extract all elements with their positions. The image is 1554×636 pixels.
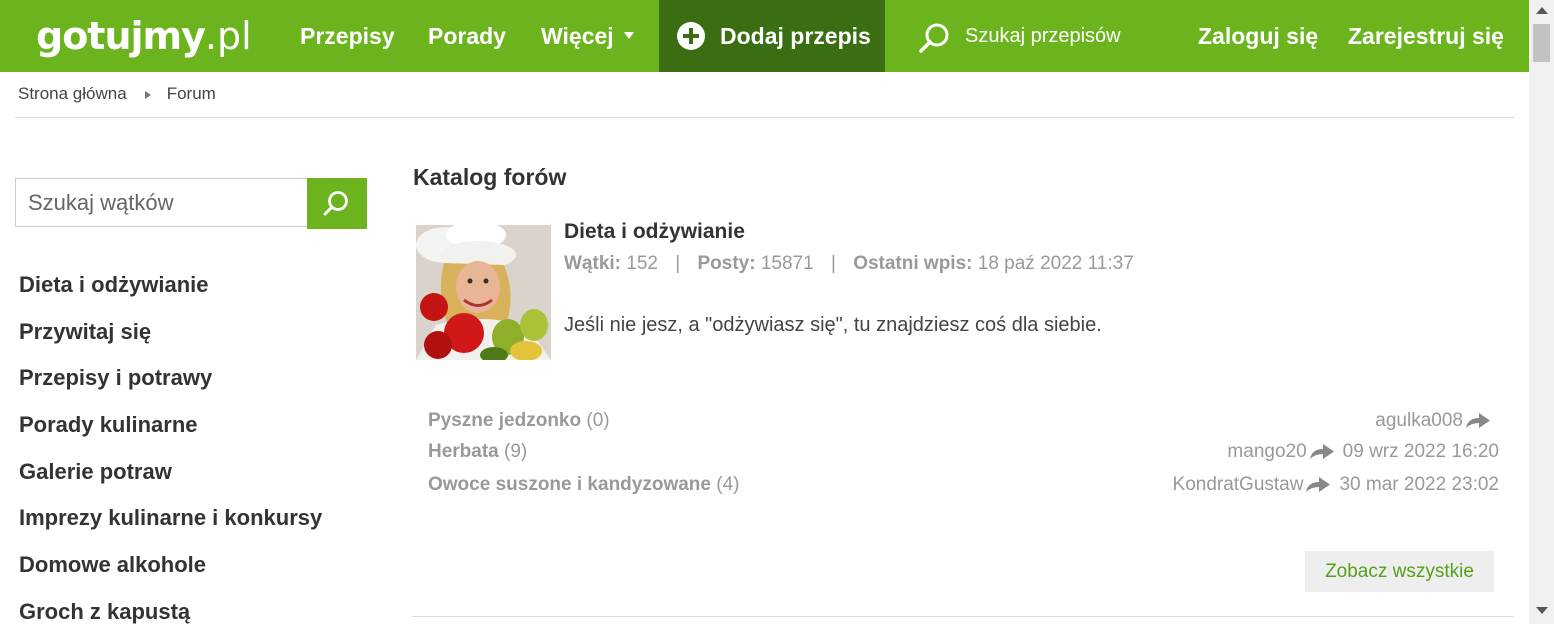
divider [15, 117, 1515, 118]
nav-porady[interactable]: Porady [428, 0, 506, 72]
thread-row: Owoce suszone i kandyzowane (4) [428, 474, 739, 496]
scrollbar-thumb[interactable] [1533, 24, 1550, 62]
thread-last-date: 09 wrz 2022 16:20 [1342, 441, 1499, 462]
search-icon[interactable] [918, 22, 952, 54]
sidebar-item-imprezy[interactable]: Imprezy kulinarne i konkursy [19, 495, 322, 542]
thread-search-input[interactable] [15, 178, 307, 227]
divider [412, 616, 1514, 617]
site-logo[interactable]: gotujmy.pl [36, 12, 252, 60]
thread-row: Pyszne jedzonko (0) [428, 410, 610, 432]
top-navigation-bar: gotujmy.pl Przepisy Porady Więcej Dodaj … [0, 0, 1529, 72]
sidebar-item-groch[interactable]: Groch z kapustą [19, 589, 322, 636]
add-recipe-button[interactable]: Dodaj przepis [659, 0, 885, 72]
forum-thumbnail-image[interactable] [416, 225, 551, 360]
forum-stats: Wątki: 152 | Posty: 15871 | Ostatni wpis… [564, 253, 1134, 275]
thread-last-user[interactable]: KondratGustaw [1173, 474, 1304, 495]
thread-last-post: agulka008 [1375, 410, 1499, 432]
plus-circle-icon [677, 22, 705, 50]
login-link[interactable]: Zaloguj się [1198, 0, 1318, 72]
nav-przepisy[interactable]: Przepisy [300, 0, 395, 72]
see-all-button[interactable]: Zobacz wszystkie [1305, 551, 1494, 592]
breadcrumb-separator-icon [144, 90, 151, 99]
sidebar-item-przywitaj[interactable]: Przywitaj się [19, 309, 322, 356]
thread-search [15, 178, 367, 229]
threads-count: 152 [626, 253, 658, 274]
thread-last-date: 30 mar 2022 23:02 [1339, 474, 1499, 495]
thread-count: (0) [586, 410, 610, 431]
thread-count: (9) [504, 441, 528, 462]
chevron-down-icon [623, 32, 634, 40]
recipe-search-input[interactable] [965, 20, 1130, 52]
search-icon [323, 191, 348, 216]
thread-search-button[interactable] [307, 178, 367, 229]
thread-count: (4) [716, 474, 740, 495]
add-recipe-label: Dodaj przepis [720, 23, 871, 49]
recipe-search [918, 20, 1133, 54]
forum-description: Jeśli nie jesz, a "odżywiasz się", tu zn… [564, 314, 1102, 336]
thread-title-link[interactable]: Owoce suszone i kandyzowane [428, 474, 711, 495]
sidebar-item-porady[interactable]: Porady kulinarne [19, 402, 322, 449]
logo-tld-text: .pl [204, 14, 252, 58]
scroll-down-arrow-icon[interactable] [1536, 607, 1548, 614]
breadcrumb-home[interactable]: Strona główna [18, 84, 127, 103]
breadcrumb-current: Forum [166, 84, 216, 103]
last-post-date: 18 paź 2022 11:37 [977, 253, 1134, 274]
sidebar-item-dieta[interactable]: Dieta i odżywianie [19, 262, 322, 309]
posts-count: 15871 [760, 253, 814, 274]
reply-arrow-icon[interactable] [1305, 475, 1331, 493]
threads-label: Wątki: [564, 253, 621, 274]
nav-wiecej[interactable]: Więcej [541, 0, 634, 72]
stats-separator: | [675, 253, 681, 274]
thread-row: Herbata (9) [428, 441, 527, 463]
last-post-label: Ostatni wpis: [853, 253, 973, 274]
page-scrollbar[interactable] [1529, 0, 1554, 624]
logo-main-text: gotujmy [36, 14, 206, 58]
sidebar-item-przepisy[interactable]: Przepisy i potrawy [19, 355, 322, 402]
nav-wiecej-label: Więcej [541, 23, 614, 49]
thread-last-user[interactable]: agulka008 [1375, 410, 1463, 431]
thread-title-link[interactable]: Pyszne jedzonko [428, 410, 581, 431]
reply-arrow-icon[interactable] [1309, 442, 1335, 460]
page-title: Katalog forów [413, 164, 567, 190]
posts-label: Posty: [697, 253, 756, 274]
stats-separator: | [830, 253, 836, 274]
thread-title-link[interactable]: Herbata [428, 441, 499, 462]
thread-last-user[interactable]: mango20 [1227, 441, 1306, 462]
thread-last-post: mango20 09 wrz 2022 16:20 [1227, 441, 1499, 463]
forum-title-link[interactable]: Dieta i odżywianie [564, 220, 745, 244]
forum-category-list: Dieta i odżywianie Przywitaj się Przepis… [19, 262, 322, 636]
sidebar-item-galerie[interactable]: Galerie potraw [19, 449, 322, 496]
register-link[interactable]: Zarejestruj się [1348, 0, 1504, 72]
breadcrumb: Strona główna Forum [18, 84, 216, 104]
sidebar-item-alkohole[interactable]: Domowe alkohole [19, 542, 322, 589]
reply-arrow-icon[interactable] [1465, 411, 1491, 429]
thread-last-post: KondratGustaw 30 mar 2022 23:02 [1173, 474, 1499, 496]
scroll-up-arrow-icon[interactable] [1536, 7, 1548, 14]
